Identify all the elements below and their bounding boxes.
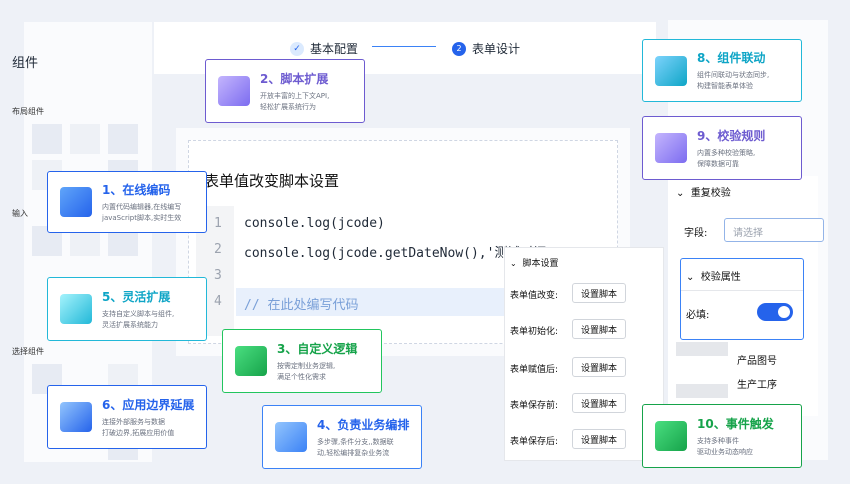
editor-title: 表单值改变脚本设置 — [204, 172, 340, 190]
script-row-label: 表单保存前: — [510, 401, 559, 411]
feature-card-custom-logic[interactable]: 3、自定义逻辑按需定制业务逻辑, 满足个性化需求 — [222, 329, 382, 393]
step-label: 基本配置 — [310, 42, 359, 56]
component-tile[interactable] — [70, 124, 100, 154]
feature-title: 1、在线编码 — [102, 182, 171, 197]
line-number: 1 — [214, 216, 222, 231]
code-line[interactable]: console.log(jcode) — [244, 216, 385, 231]
feature-card-validation-rules[interactable]: 9、校验规则内置多种校验策略, 保障数据可靠 — [642, 116, 802, 180]
repeat-check-title: 重复校验 — [690, 188, 731, 199]
feature-desc: 轻松扩展系统行为 — [260, 102, 316, 111]
field-placeholder: 请选择 — [733, 228, 763, 239]
feature-desc: 灵活扩展系统能力 — [102, 320, 158, 329]
select-group-label: 选择组件 — [12, 347, 44, 356]
step-basic-config[interactable]: ✓ 基本配置 — [290, 40, 358, 57]
set-script-button[interactable]: 设置脚本 — [572, 319, 626, 339]
field-select[interactable]: 请选择 — [724, 218, 824, 242]
option-item[interactable]: 生产工序 — [737, 376, 777, 391]
chevron-down-icon: ⌄ — [686, 272, 695, 283]
field-label: 字段: — [684, 228, 708, 239]
document-gear-icon — [60, 402, 92, 432]
script-settings-header[interactable]: ⌄ 脚本设置 — [510, 256, 558, 269]
script-row-label: 表单值改变: — [510, 291, 559, 301]
repeat-check-header[interactable]: ⌄ 重复校验 — [676, 184, 731, 199]
code-comment-line[interactable]: // 在此处编写代码 — [244, 294, 358, 313]
script-extension-icon — [218, 76, 250, 106]
placeholder-row — [676, 342, 728, 356]
layout-group-label: 布局组件 — [12, 107, 44, 116]
feature-desc: 组件间联动与状态同步, — [697, 71, 770, 79]
clipboard-icon — [655, 55, 687, 86]
verify-properties-header[interactable]: ⌄ 校验属性 — [686, 268, 741, 283]
line-number: 2 — [214, 242, 222, 257]
feature-card-event-trigger[interactable]: 10、事件触发支持多种事件驱动业务动态响应 — [642, 404, 802, 468]
feature-desc: 内置代码编辑器,在线编写 — [102, 202, 182, 211]
feature-desc: 内置多种校验策略, — [697, 148, 756, 157]
feature-title: 3、自定义逻辑 — [277, 341, 358, 356]
script-settings-title: 脚本设置 — [522, 259, 559, 269]
feature-title: 8、组件联动 — [697, 51, 766, 65]
feature-desc: 支持自定义脚本与组件, — [102, 309, 175, 318]
feature-desc: 按需定制业务逻辑, — [277, 361, 336, 370]
feature-title: 5、灵活扩展 — [102, 289, 171, 304]
shield-icon — [655, 133, 687, 163]
feature-card-flexible-extension[interactable]: 5、灵活扩展支持自定义脚本与组件, 灵活扩展系统能力 — [47, 277, 207, 341]
step-form-design[interactable]: 2 表单设计 — [452, 40, 520, 57]
placeholder-row — [676, 384, 728, 398]
divider — [681, 290, 803, 291]
verify-properties-title: 校验属性 — [700, 272, 741, 283]
set-script-button[interactable]: 设置脚本 — [572, 393, 626, 413]
code-editor-icon — [60, 187, 92, 217]
feature-desc: javaScript脚本,实时生效 — [102, 213, 182, 222]
feature-desc: 支持多种事件 — [697, 436, 739, 445]
feature-title: 2、脚本扩展 — [260, 71, 329, 86]
set-script-button[interactable]: 设置脚本 — [572, 357, 626, 377]
step-number-badge: 2 — [452, 41, 466, 56]
component-tile[interactable] — [108, 124, 138, 154]
feature-title: 4、负责业务编排 — [317, 417, 410, 432]
option-item[interactable]: 产品图号 — [737, 352, 777, 367]
logic-blocks-icon — [235, 346, 267, 376]
feature-desc: 打破边界,拓展应用价值 — [102, 428, 175, 437]
feature-desc: 满足个性化需求 — [277, 372, 326, 381]
feature-title: 9、校验规则 — [697, 128, 766, 143]
line-number: 3 — [214, 268, 222, 283]
script-row-label: 表单保存后: — [510, 437, 559, 447]
script-row-label: 表单赋值后: — [510, 365, 559, 375]
chevron-down-icon: ⌄ — [510, 259, 517, 268]
component-tile[interactable] — [32, 124, 62, 154]
step-label: 表单设计 — [472, 42, 521, 56]
feature-desc: 构建智能表单体验 — [697, 82, 753, 90]
component-panel-title: 组件 — [12, 56, 39, 71]
feature-card-boundary-extension[interactable]: 6、应用边界延展连接外部服务与数据打破边界,拓展应用价值 — [47, 385, 207, 449]
feature-card-business-orchestration[interactable]: 4、负责业务编排多步骤,条件分支,,数据联 动,轻松编排复杂业务流 — [262, 405, 422, 469]
check-icon: ✓ — [290, 41, 304, 56]
input-group-label: 输入 — [12, 209, 28, 218]
chevron-down-icon: ⌄ — [676, 188, 685, 199]
feature-desc: 开放丰富的上下文API, — [260, 91, 330, 100]
step-connector — [372, 46, 436, 47]
feature-title: 10、事件触发 — [697, 416, 774, 431]
feature-desc: 驱动业务动态响应 — [697, 447, 753, 456]
feature-desc: 动,轻松编排复杂业务流 — [317, 448, 390, 457]
set-script-button[interactable]: 设置脚本 — [572, 429, 626, 449]
feature-card-component-linkage[interactable]: 8、组件联动组件间联动与状态同步, 构建智能表单体验 — [642, 39, 802, 102]
set-script-button[interactable]: 设置脚本 — [572, 283, 626, 303]
feature-desc: 多步骤,条件分支,,数据联 — [317, 437, 394, 446]
folder-icon — [655, 421, 687, 451]
orchestration-icon — [275, 422, 307, 452]
feature-card-script-extension[interactable]: 2、脚本扩展开放丰富的上下文API, 轻松扩展系统行为 — [205, 59, 365, 123]
feature-desc: 保障数据可靠 — [697, 159, 739, 168]
feature-desc: 连接外部服务与数据 — [102, 417, 165, 426]
required-label: 必填: — [686, 310, 710, 321]
feature-title: 6、应用边界延展 — [102, 397, 195, 412]
required-toggle[interactable] — [757, 303, 793, 321]
line-number: 4 — [214, 294, 222, 309]
feature-card-online-coding[interactable]: 1、在线编码内置代码编辑器,在线编写 javaScript脚本,实时生效 — [47, 171, 207, 233]
script-row-label: 表单初始化: — [510, 327, 559, 337]
pencil-icon — [60, 294, 92, 324]
